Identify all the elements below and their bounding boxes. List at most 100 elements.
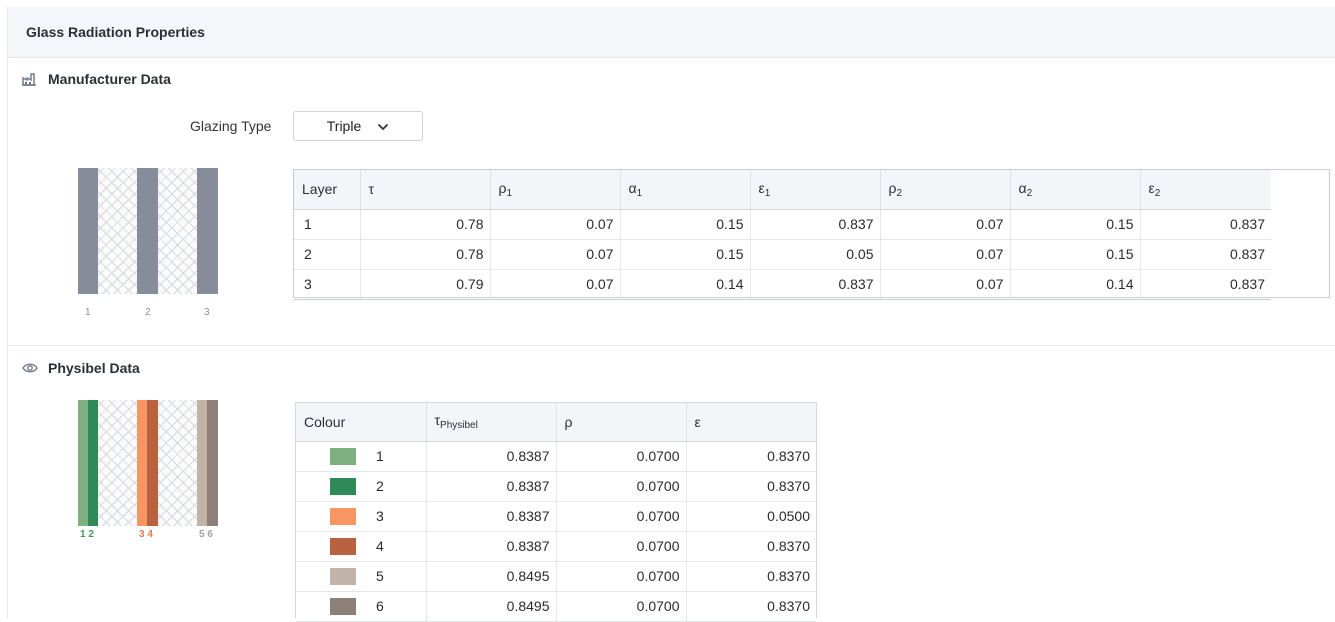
table-row: 2 0.78 0.07 0.15 0.05 0.07 0.15 0.837 — [294, 239, 1271, 270]
cell-rho[interactable]: 0.0700 — [556, 501, 687, 532]
cell-eps[interactable]: 0.8370 — [686, 561, 816, 592]
table-row: 5 0.8495 0.0700 0.8370 — [296, 561, 816, 592]
cavity-2 — [158, 168, 197, 294]
colour-id: 1 — [376, 448, 384, 464]
col-header-tau: τ — [360, 170, 491, 210]
pane-number-3: 3 — [204, 307, 210, 318]
cell-rho2[interactable]: 0.07 — [880, 239, 1011, 270]
cell-tau-physibel[interactable]: 0.8387 — [426, 441, 557, 472]
manufacturer-table: Layer τ ρ1 α1 ε1 ρ2 α2 ε2 1 0.78 0.07 0.… — [294, 170, 1271, 300]
glass-radiation-panel: Glass Radiation Properties Manufacturer … — [7, 7, 1335, 622]
cell-rho2[interactable]: 0.07 — [880, 209, 1011, 240]
section-divider — [8, 345, 1335, 346]
cell-rho[interactable]: 0.0700 — [556, 531, 687, 562]
cell-rho1[interactable]: 0.07 — [490, 239, 621, 270]
cell-colour[interactable]: 6 — [296, 591, 427, 622]
colour-swatch[interactable] — [330, 597, 356, 615]
cell-eps[interactable]: 0.0500 — [686, 501, 816, 532]
cell-eps2[interactable]: 0.837 — [1140, 209, 1271, 240]
cell-colour[interactable]: 2 — [296, 471, 427, 502]
physibel-title: Physibel Data — [48, 360, 140, 376]
cell-rho1[interactable]: 0.07 — [490, 269, 621, 300]
cell-tau-physibel[interactable]: 0.8495 — [426, 591, 557, 622]
col-header-eps1: ε1 — [750, 170, 881, 210]
cell-rho2[interactable]: 0.07 — [880, 269, 1011, 300]
eye-icon — [22, 361, 38, 375]
cell-rho[interactable]: 0.0700 — [556, 561, 687, 592]
manufacturer-table-container: Layer τ ρ1 α1 ε1 ρ2 α2 ε2 1 0.78 0.07 0.… — [293, 169, 1330, 300]
pane-number-2: 2 — [145, 307, 151, 318]
colour-swatch[interactable] — [330, 477, 356, 495]
factory-icon — [22, 72, 38, 86]
physibel-section-title: Physibel Data — [22, 360, 140, 376]
cell-eps1[interactable]: 0.05 — [750, 239, 881, 270]
cell-rho[interactable]: 0.0700 — [556, 441, 687, 472]
table-header-row: Layer τ ρ1 α1 ε1 ρ2 α2 ε2 — [294, 170, 1271, 210]
table-row: 6 0.8495 0.0700 0.8370 — [296, 591, 816, 622]
pane-number-1: 1 — [85, 307, 91, 318]
col-header-eps2: ε2 — [1140, 170, 1271, 210]
table-row: 1 0.78 0.07 0.15 0.837 0.07 0.15 0.837 — [294, 209, 1271, 240]
colour-id: 2 — [376, 478, 384, 494]
table-row: 3 0.79 0.07 0.14 0.837 0.07 0.14 0.837 — [294, 269, 1271, 300]
panel-header: Glass Radiation Properties — [8, 7, 1335, 58]
cell-tau-physibel[interactable]: 0.8495 — [426, 561, 557, 592]
cell-colour[interactable]: 5 — [296, 561, 427, 592]
colour-swatch[interactable] — [330, 567, 356, 585]
cell-rho[interactable]: 0.0700 — [556, 471, 687, 502]
cell-alpha1[interactable]: 0.14 — [620, 269, 751, 300]
cell-alpha2[interactable]: 0.14 — [1010, 269, 1141, 300]
layer-4-bar — [147, 400, 158, 526]
col-header-rho: ρ — [556, 403, 687, 442]
cell-tau-physibel[interactable]: 0.8387 — [426, 471, 557, 502]
cell-colour[interactable]: 1 — [296, 441, 427, 472]
colour-swatch[interactable] — [330, 447, 356, 465]
table-row: 1 0.8387 0.0700 0.8370 — [296, 441, 816, 472]
pane-2 — [137, 168, 158, 294]
cell-rho[interactable]: 0.0700 — [556, 591, 687, 622]
col-header-eps: ε — [686, 403, 816, 442]
col-header-colour: Colour — [296, 403, 427, 442]
cavity-2 — [158, 400, 197, 526]
cell-eps2[interactable]: 0.837 — [1140, 239, 1271, 270]
cell-eps[interactable]: 0.8370 — [686, 441, 816, 472]
colour-id: 3 — [376, 508, 384, 524]
table-row: 3 0.8387 0.0700 0.0500 — [296, 501, 816, 532]
col-header-rho2: ρ2 — [880, 170, 1011, 210]
layer-2-bar — [88, 400, 98, 526]
cell-alpha1[interactable]: 0.15 — [620, 209, 751, 240]
cell-layer[interactable]: 3 — [294, 269, 361, 300]
col-header-alpha2: α2 — [1010, 170, 1141, 210]
pane-3 — [197, 168, 218, 294]
cell-eps1[interactable]: 0.837 — [750, 269, 881, 300]
cell-tau-physibel[interactable]: 0.8387 — [426, 501, 557, 532]
cell-tau[interactable]: 0.78 — [360, 239, 491, 270]
cell-alpha2[interactable]: 0.15 — [1010, 209, 1141, 240]
chevron-down-icon — [377, 122, 389, 131]
cell-colour[interactable]: 4 — [296, 531, 427, 562]
cell-rho1[interactable]: 0.07 — [490, 209, 621, 240]
cell-eps1[interactable]: 0.837 — [750, 209, 881, 240]
cell-eps[interactable]: 0.8370 — [686, 531, 816, 562]
cell-eps[interactable]: 0.8370 — [686, 591, 816, 622]
layer-numbers-1-2: 1 2 — [80, 529, 94, 540]
colour-swatch[interactable] — [330, 537, 356, 555]
cell-tau[interactable]: 0.79 — [360, 269, 491, 300]
layer-numbers-5-6: 5 6 — [199, 529, 213, 540]
panel-title: Glass Radiation Properties — [26, 24, 205, 40]
cell-tau-physibel[interactable]: 0.8387 — [426, 531, 557, 562]
layer-6-bar — [207, 400, 218, 526]
cell-colour[interactable]: 3 — [296, 501, 427, 532]
cell-layer[interactable]: 1 — [294, 209, 361, 240]
cell-eps[interactable]: 0.8370 — [686, 471, 816, 502]
cell-alpha2[interactable]: 0.15 — [1010, 239, 1141, 270]
col-header-tau-physibel: τPhysibel — [426, 403, 557, 442]
triple-glazing-diagram — [78, 168, 218, 298]
table-row: 4 0.8387 0.0700 0.8370 — [296, 531, 816, 562]
cell-tau[interactable]: 0.78 — [360, 209, 491, 240]
cell-alpha1[interactable]: 0.15 — [620, 239, 751, 270]
cell-eps2[interactable]: 0.837 — [1140, 269, 1271, 300]
glazing-type-select[interactable]: Triple — [293, 111, 423, 141]
colour-swatch[interactable] — [330, 507, 356, 525]
cell-layer[interactable]: 2 — [294, 239, 361, 270]
